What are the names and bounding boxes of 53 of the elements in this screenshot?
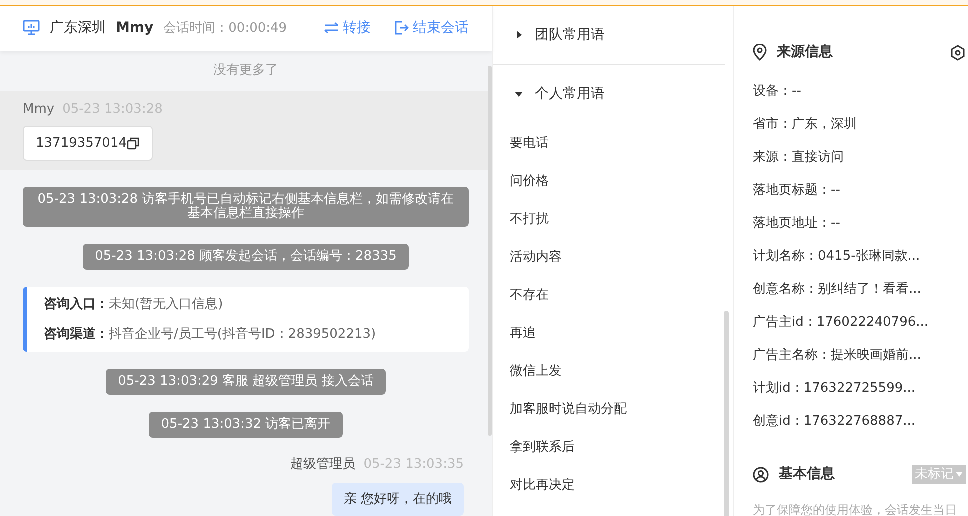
source-field: 来源：直接访问: [753, 141, 966, 174]
message-bubble: 13719357014: [23, 126, 153, 161]
phrase-item[interactable]: 活动内容: [493, 239, 733, 277]
visitor-name: Mmy: [116, 18, 154, 38]
phrase-item[interactable]: 微信上发: [493, 353, 733, 391]
source-field: 计划名称：0415-张琳同款...: [753, 240, 966, 273]
info-label: 咨询入口：: [44, 296, 109, 314]
phrase-item[interactable]: 拿到联系后: [493, 429, 733, 467]
phrase-item[interactable]: 问价格: [493, 163, 733, 201]
source-field: 广告主名称：提米映画婚前...: [753, 339, 966, 372]
info-value: 抖音企业号/员工号(抖音号ID：2839502213): [109, 326, 376, 344]
caret-down-icon: [956, 472, 963, 477]
source-field: 落地页地址：--: [753, 207, 966, 240]
source-field: 创意id：176322768887...: [753, 405, 966, 438]
session-duration: 会话时间：00:00:49: [164, 20, 288, 38]
section-title: 来源信息: [777, 43, 833, 62]
caret-down-icon: [515, 90, 523, 98]
info-label: 咨询渠道：: [44, 326, 109, 344]
phrase-item[interactable]: 不打扰: [493, 201, 733, 239]
source-field: 设备：--: [753, 75, 966, 108]
caret-right-icon: [515, 31, 523, 39]
user-circle-icon: [753, 466, 769, 482]
phrase-group-header[interactable]: 个人常用语: [493, 65, 627, 123]
phrase-item[interactable]: 对比再决定: [493, 467, 733, 505]
source-field: 落地页标题：--: [753, 174, 966, 207]
system-notice: 05-23 13:03:29 客服 超级管理员 接入会话: [106, 369, 386, 395]
phrase-item[interactable]: 再追: [493, 315, 733, 353]
location-pin-icon: [753, 44, 767, 61]
swap-icon: [324, 22, 339, 34]
source-field: 计划id：176322725599...: [753, 372, 966, 405]
section-title: 基本信息: [779, 465, 835, 484]
notice-text: 为了保障您的使用体验，会话发生当日: [753, 502, 958, 516]
system-notice: 05-23 13:03:32 访客已离开: [149, 412, 343, 438]
system-notice: 05-23 13:03:28 访客手机号已自动标记右侧基本信息栏，如需修改请在基本信息栏直接操作: [23, 187, 469, 227]
source-field: 广告主id：176022240796...: [753, 306, 966, 339]
settings-icon[interactable]: [950, 44, 966, 60]
phrase-item[interactable]: 加客服时说自动分配: [493, 391, 733, 429]
phrase-group-header[interactable]: 团队常用语: [493, 6, 627, 64]
phrase-item[interactable]: 要电话: [493, 125, 733, 163]
location-text: 广东深圳: [50, 18, 106, 38]
info-value: 未知(暂无入口信息): [109, 296, 224, 314]
message-time: 05-23 13:03:35: [364, 456, 464, 474]
source-field: 创意名称：别纠结了！看看...: [753, 273, 966, 306]
monitor-icon: [23, 20, 40, 36]
copy-icon[interactable]: [126, 136, 140, 150]
source-field: 省市：广东，深圳: [753, 108, 966, 141]
sender-name: Mmy: [23, 101, 55, 119]
sender-name: 超级管理员: [290, 456, 356, 474]
message-bubble: 亲 您好呀，在的哦: [332, 482, 464, 516]
system-notice: 05-23 13:03:28 顾客发起会话，会话编号：28335: [83, 244, 409, 270]
no-more-text: 没有更多了: [212, 62, 280, 80]
phrase-item[interactable]: 不存在: [493, 277, 733, 315]
exit-icon: [395, 21, 409, 36]
